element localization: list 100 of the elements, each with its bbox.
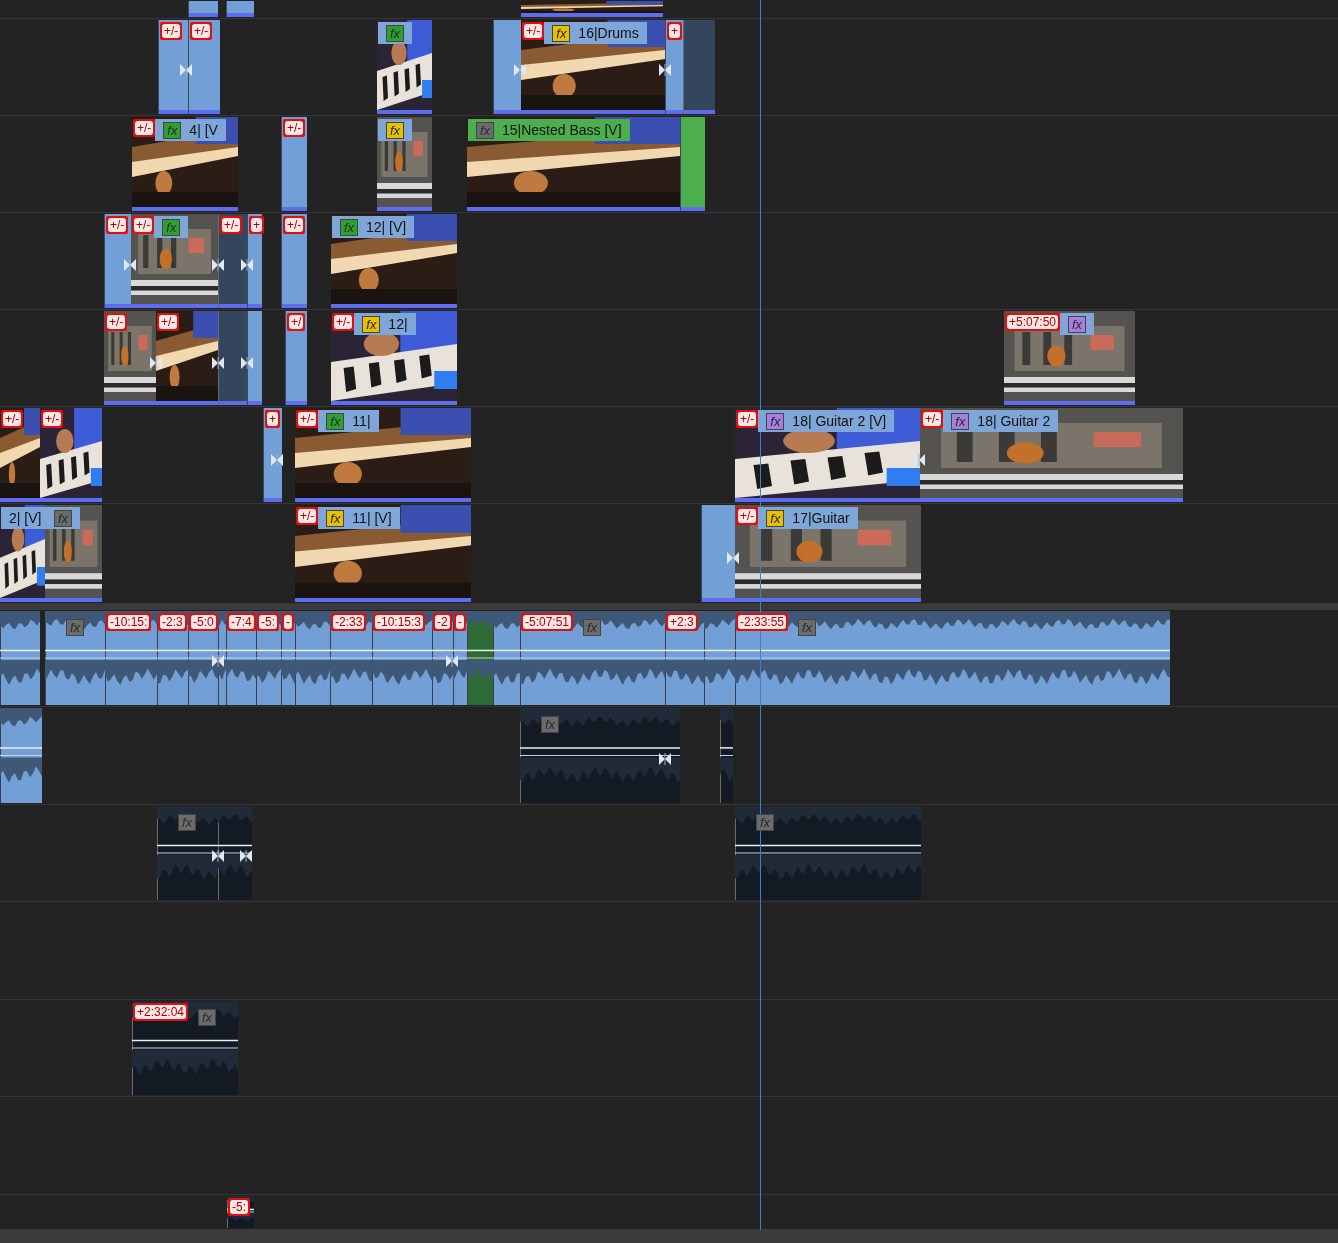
crossfade-icon[interactable] bbox=[659, 64, 671, 76]
blank-clip[interactable] bbox=[680, 117, 705, 211]
crossfade-icon[interactable] bbox=[212, 850, 224, 862]
fx-button[interactable]: fx bbox=[951, 412, 970, 430]
video-clip[interactable]: +/- fx 11| [V] bbox=[295, 505, 471, 602]
crossfade-icon[interactable] bbox=[240, 850, 252, 862]
envelope-tag[interactable]: +/- bbox=[522, 22, 545, 40]
envelope-tag[interactable]: + bbox=[249, 216, 264, 234]
audio-clip[interactable] bbox=[0, 611, 40, 705]
envelope-tag[interactable]: -5: bbox=[257, 613, 279, 631]
audio-clip[interactable] bbox=[467, 611, 493, 705]
blank-clip[interactable]: +/- bbox=[281, 117, 307, 211]
audio-clip[interactable] bbox=[218, 806, 252, 900]
fx-button[interactable]: fx bbox=[766, 412, 785, 430]
audio-clip[interactable] bbox=[704, 611, 735, 705]
envelope-tag[interactable]: +/ bbox=[287, 313, 306, 331]
video-clip[interactable]: +/- fx 12| bbox=[331, 311, 457, 405]
blank-clip[interactable]: +/- bbox=[281, 214, 307, 308]
blank-clip[interactable]: +/- bbox=[218, 214, 247, 308]
envelope-tag[interactable]: -2:33 bbox=[331, 613, 367, 631]
audio-clip[interactable] bbox=[520, 708, 680, 803]
video-clip[interactable]: 2| [V] bbox=[0, 505, 45, 602]
envelope-tag[interactable]: +/- bbox=[736, 410, 759, 428]
envelope-tag[interactable]: +/- bbox=[296, 507, 319, 525]
envelope-tag[interactable]: +/- bbox=[105, 313, 128, 331]
crossfade-icon[interactable] bbox=[913, 454, 925, 466]
blank-clip[interactable]: +/ bbox=[285, 311, 307, 405]
video-clip[interactable]: +/- fx 18| Guitar 2 bbox=[920, 408, 1183, 502]
blank-clip[interactable]: +/- bbox=[158, 20, 188, 114]
blank-clip[interactable] bbox=[683, 20, 715, 114]
blank-clip[interactable] bbox=[218, 311, 247, 405]
envelope-tag[interactable]: - bbox=[282, 613, 294, 631]
blank-clip[interactable]: +/- bbox=[188, 20, 220, 114]
audio-clip[interactable] bbox=[218, 611, 226, 705]
envelope-tag[interactable]: +/- bbox=[283, 216, 306, 234]
fx-button[interactable]: fx bbox=[362, 315, 381, 333]
video-clip[interactable]: +/- fx 16|Drums bbox=[521, 20, 665, 114]
video-clip[interactable]: +/- fx 18| Guitar 2 [V] bbox=[735, 408, 920, 502]
fx-button[interactable]: fx bbox=[1068, 315, 1087, 333]
video-clip[interactable]: fx bbox=[377, 20, 432, 114]
blank-clip[interactable] bbox=[701, 505, 735, 602]
fx-button[interactable]: fx bbox=[163, 121, 182, 139]
envelope-tag[interactable]: +/- bbox=[283, 119, 306, 137]
fx-button[interactable]: fx bbox=[326, 412, 345, 430]
envelope-tag[interactable]: -10:15:3 bbox=[373, 613, 426, 631]
envelope-tag[interactable]: -2:3 bbox=[158, 613, 187, 631]
video-clip[interactable]: +/- fx 11| bbox=[295, 408, 471, 502]
audio-clip[interactable] bbox=[735, 611, 1170, 705]
blank-clip[interactable]: + bbox=[263, 408, 282, 502]
fx-button[interactable]: fx bbox=[340, 218, 358, 236]
envelope-tag[interactable]: + bbox=[265, 410, 280, 428]
audio-clip[interactable] bbox=[45, 611, 105, 705]
audio-clip[interactable] bbox=[157, 806, 218, 900]
video-clip[interactable]: +/- bbox=[40, 408, 102, 502]
envelope-tag[interactable]: -5:07:51 bbox=[521, 613, 574, 631]
envelope-tag[interactable]: -5: bbox=[228, 1198, 250, 1216]
crossfade-icon[interactable] bbox=[446, 655, 458, 667]
envelope-tag[interactable]: -10:15: bbox=[106, 613, 152, 631]
envelope-tag[interactable]: -2:33:55 bbox=[736, 613, 789, 631]
envelope-tag[interactable]: + bbox=[667, 22, 682, 40]
video-clip[interactable]: +5:07:50 fx bbox=[1004, 311, 1135, 405]
video-clip[interactable]: +/- bbox=[156, 311, 218, 405]
crossfade-icon[interactable] bbox=[150, 357, 162, 369]
video-clip[interactable]: fx 12| [V] bbox=[331, 214, 457, 308]
video-clip[interactable]: fx 15|Nested Bass [V] bbox=[467, 117, 680, 211]
audio-clip[interactable] bbox=[295, 611, 330, 705]
envelope-tag[interactable]: +/- bbox=[921, 410, 944, 428]
crossfade-icon[interactable] bbox=[212, 259, 224, 271]
audio-clip[interactable] bbox=[493, 611, 520, 705]
crossfade-icon[interactable] bbox=[124, 259, 136, 271]
envelope-tag[interactable]: +/- bbox=[332, 313, 355, 331]
fx-button[interactable]: fx bbox=[552, 24, 571, 42]
fx-button[interactable]: fx bbox=[162, 218, 181, 236]
envelope-tag[interactable]: +/- bbox=[132, 216, 155, 234]
crossfade-icon[interactable] bbox=[241, 357, 253, 369]
envelope-tag[interactable]: -7:4 bbox=[227, 613, 256, 631]
envelope-tag[interactable]: +/- bbox=[41, 410, 64, 428]
blank-clip[interactable] bbox=[247, 311, 262, 405]
envelope-tag[interactable]: +2:32:04 bbox=[133, 1003, 189, 1021]
video-clip[interactable]: +/- bbox=[104, 311, 156, 405]
audio-clip[interactable] bbox=[735, 806, 921, 900]
fx-button[interactable]: fx bbox=[326, 509, 345, 527]
envelope-tag[interactable]: +5:07:50 bbox=[1005, 313, 1061, 331]
video-clip[interactable]: +/- fx 17|Guitar bbox=[735, 505, 921, 602]
blank-clip[interactable]: + bbox=[665, 20, 683, 114]
fx-button[interactable]: fx bbox=[386, 121, 404, 139]
video-clip[interactable]: fx bbox=[377, 117, 432, 211]
crossfade-icon[interactable] bbox=[212, 655, 224, 667]
envelope-tag[interactable]: +/- bbox=[157, 313, 180, 331]
blank-clip[interactable] bbox=[226, 1, 254, 17]
crossfade-icon[interactable] bbox=[241, 259, 253, 271]
fx-button[interactable]: fx bbox=[386, 24, 404, 42]
crossfade-icon[interactable] bbox=[727, 552, 739, 564]
scrollbar[interactable] bbox=[0, 1230, 1338, 1243]
video-clip[interactable]: +/- fx 4| [V bbox=[132, 117, 238, 211]
envelope-tag[interactable]: +/- bbox=[296, 410, 319, 428]
envelope-tag[interactable]: +/- bbox=[190, 22, 213, 40]
envelope-tag[interactable]: +/- bbox=[160, 22, 183, 40]
blank-clip[interactable]: + bbox=[247, 214, 262, 308]
crossfade-icon[interactable] bbox=[180, 64, 192, 76]
